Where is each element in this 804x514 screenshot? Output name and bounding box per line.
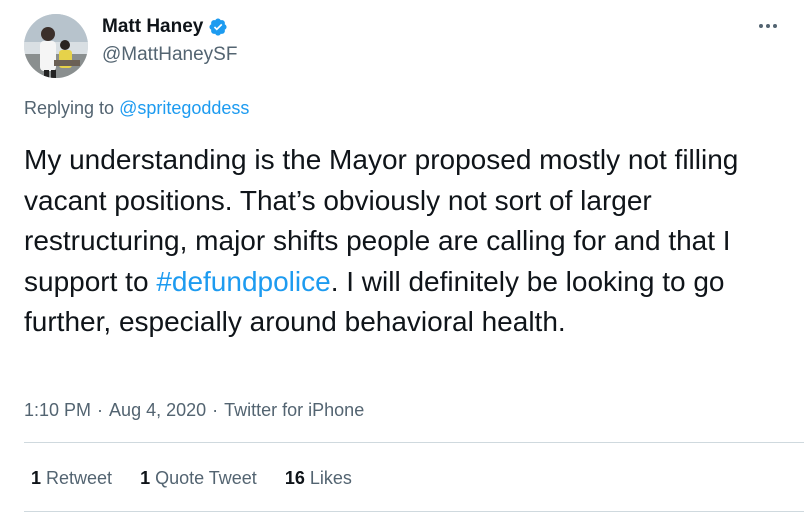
avatar[interactable] — [24, 14, 88, 78]
likes-label: Likes — [309, 468, 352, 488]
retweets-label: Retweet — [46, 468, 113, 488]
quote-tweets-stat[interactable]: 1 Quote Tweet — [140, 468, 257, 489]
retweets-count: 1 — [31, 468, 42, 488]
more-options-icon[interactable] — [756, 16, 780, 36]
reply-context: Replying to @spritegoddess — [24, 98, 249, 119]
retweets-stat[interactable]: 1 Retweet — [31, 468, 112, 489]
verified-badge-icon — [209, 18, 227, 36]
author-name-row: Matt Haney — [102, 16, 228, 38]
avatar-photo — [24, 14, 88, 78]
author-name[interactable]: Matt Haney — [102, 16, 203, 38]
tweet-text: My understanding is the Mayor proposed m… — [24, 140, 784, 343]
tweet-stats: 1 Retweet 1 Quote Tweet 16 Likes — [31, 468, 352, 489]
tweet-meta: 1:10 PM · Aug 4, 2020 · Twitter for iPho… — [24, 400, 364, 421]
tweet-source[interactable]: Twitter for iPhone — [224, 400, 364, 421]
reply-prefix: Replying to — [24, 98, 120, 118]
tweet-card: Matt Haney @MattHaneySF Replying to @spr… — [0, 0, 804, 514]
meta-separator: · — [97, 400, 104, 420]
likes-stat[interactable]: 16 Likes — [285, 468, 352, 489]
likes-count: 16 — [284, 468, 305, 488]
divider — [24, 442, 804, 443]
reply-mention-link[interactable]: @spritegoddess — [119, 98, 249, 118]
meta-separator: · — [212, 400, 219, 420]
author-handle[interactable]: @MattHaneySF — [102, 44, 237, 66]
divider — [24, 511, 804, 512]
tweet-time[interactable]: 1:10 PM — [24, 400, 91, 421]
quote-tweets-count: 1 — [140, 468, 151, 488]
quote-tweets-label: Quote Tweet — [155, 468, 257, 488]
tweet-date[interactable]: Aug 4, 2020 — [109, 400, 206, 421]
hashtag-link[interactable]: #defundpolice — [156, 266, 330, 297]
